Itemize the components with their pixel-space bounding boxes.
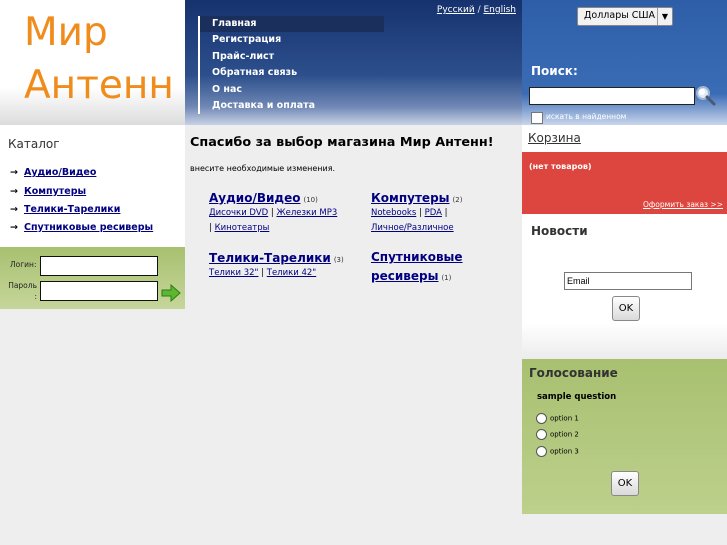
- arrow-right-icon: →: [10, 167, 18, 178]
- poll-question: sample question: [537, 392, 617, 402]
- subcategory-link[interactable]: Notebooks: [371, 208, 416, 218]
- subscribe-ok-button[interactable]: OK: [612, 296, 640, 321]
- search-in-found-label: искать в найденном: [546, 112, 627, 121]
- category-block: Телики-Тарелики (3) Телики 32" | Телики 4…: [209, 247, 359, 281]
- catalog-item: → Телики-Тарелики: [10, 204, 120, 215]
- login-panel: Логин: Пароль :: [0, 247, 185, 309]
- poll-option-label: option 1: [550, 414, 579, 423]
- catalog-link-audio-video[interactable]: Аудио/Видео: [24, 167, 96, 178]
- currency-select[interactable]: Доллары США ▼: [577, 7, 673, 26]
- search-title: Поиск:: [531, 64, 578, 78]
- catalog-link-computers[interactable]: Компутеры: [24, 186, 86, 197]
- cart-panel: (нет товаров) Оформить заказ >>: [522, 152, 727, 214]
- main-content: Спасибо за выбор магазина Мир Антенн! вн…: [185, 125, 522, 545]
- category-link[interactable]: Аудио/Видео: [209, 191, 300, 205]
- search-input[interactable]: [529, 87, 695, 105]
- language-switcher: Русский / English: [437, 5, 516, 15]
- arrow-right-icon: →: [10, 222, 18, 233]
- poll-option-label: option 2: [550, 430, 579, 439]
- login-input[interactable]: [40, 256, 158, 276]
- subcategory-list: Телики 32" | Телики 42": [209, 268, 317, 278]
- cart-empty-text: (нет товаров): [529, 162, 592, 171]
- catalog-item: → Аудио/Видео: [10, 167, 96, 178]
- login-label: Логин:: [10, 260, 37, 269]
- lang-separator: /: [477, 5, 481, 15]
- category-block: Аудио/Видео (10) Дисочки DVD | Железки MP…: [209, 187, 359, 236]
- category-link[interactable]: Компутеры: [371, 191, 450, 205]
- nav-item-home[interactable]: Главная: [200, 16, 384, 33]
- nav-item-delivery[interactable]: Доставка и оплата: [200, 98, 384, 114]
- catalog-link-receivers[interactable]: Спутниковые ресиверы: [24, 222, 153, 233]
- search-in-found-checkbox[interactable]: [531, 112, 543, 124]
- logo-line-2: Антенн: [24, 63, 174, 108]
- poll-option-label: option 3: [550, 447, 579, 456]
- nav-menu: Главная Регистрация Прайс-лист Обратная …: [198, 16, 384, 115]
- radio-icon[interactable]: [536, 429, 547, 440]
- arrow-right-icon: →: [10, 186, 18, 197]
- subcategory-link[interactable]: Личное/Различное: [371, 223, 454, 233]
- nav-item-registration[interactable]: Регистрация: [200, 32, 384, 48]
- checkout-link[interactable]: Оформить заказ >>: [643, 200, 723, 209]
- arrow-right-icon: →: [10, 204, 18, 215]
- category-link[interactable]: Телики-Тарелики: [209, 251, 331, 265]
- cart-link[interactable]: Корзина: [528, 131, 581, 145]
- chevron-down-icon: ▼: [657, 8, 672, 25]
- subcategory-list: Notebooks | PDA | Личное/Различное: [371, 208, 454, 233]
- arrow-right-icon[interactable]: [160, 282, 182, 304]
- radio-icon[interactable]: [536, 446, 547, 457]
- poll-option[interactable]: option 3: [536, 446, 579, 457]
- nav-item-about[interactable]: О нас: [200, 82, 384, 98]
- poll-title: Голосование: [529, 366, 618, 380]
- password-input[interactable]: [40, 281, 158, 301]
- catalog-title: Каталог: [8, 137, 60, 151]
- subcategory-link[interactable]: Телики 42": [267, 268, 316, 278]
- search-panel: Доллары США ▼ Поиск: искать в найденном: [522, 0, 727, 125]
- category-count: (2): [452, 196, 463, 204]
- category-count: (1): [441, 274, 452, 282]
- news-panel: Новости OK: [522, 214, 727, 359]
- vote-ok-button[interactable]: OK: [611, 471, 639, 496]
- catalog-item: → Компутеры: [10, 186, 86, 197]
- catalog-item: → Спутниковые ресиверы: [10, 222, 153, 233]
- subcategory-list: Дисочки DVD | Железки MP3 | Кинотеатры: [209, 208, 338, 233]
- main-nav: Русский / English Главная Регистрация Пр…: [185, 0, 522, 125]
- category-block: Спутниковые ресиверы (1): [371, 247, 471, 287]
- category-count: (10): [303, 196, 318, 204]
- radio-icon[interactable]: [536, 413, 547, 424]
- catalog-link-tv[interactable]: Телики-Тарелики: [24, 204, 120, 215]
- subcategory-link[interactable]: Дисочки DVD: [209, 208, 268, 218]
- subcategory-link[interactable]: PDA: [425, 208, 442, 218]
- subcategory-link[interactable]: Телики 32": [209, 268, 258, 278]
- password-label: Пароль :: [8, 281, 37, 301]
- poll-option[interactable]: option 2: [536, 429, 579, 440]
- site-logo[interactable]: Мир Антенн: [0, 0, 185, 125]
- email-field[interactable]: [564, 272, 692, 290]
- nav-item-price-list[interactable]: Прайс-лист: [200, 49, 384, 65]
- category-count: (3): [333, 256, 344, 264]
- poll-panel: Голосование sample question option 1 opt…: [522, 359, 727, 514]
- lang-ru-link[interactable]: Русский: [437, 5, 475, 15]
- nav-item-feedback[interactable]: Обратная связь: [200, 65, 384, 81]
- category-block: Компутеры (2) Notebooks | PDA | Личное/Ра…: [371, 187, 511, 236]
- cart-header: Корзина: [522, 125, 727, 152]
- logo-line-1: Мир: [24, 10, 108, 55]
- search-icon[interactable]: [694, 84, 716, 106]
- catalog-panel: Каталог → Аудио/Видео → Компутеры → Телики-…: [0, 125, 185, 247]
- currency-selected: Доллары США: [584, 10, 656, 21]
- page-title: Спасибо за выбор магазина Мир Антенн!: [190, 135, 494, 150]
- poll-option[interactable]: option 1: [536, 413, 579, 424]
- subcategory-link[interactable]: Кинотеатры: [215, 223, 270, 233]
- page-note: внесите необходимые изменения.: [190, 164, 336, 173]
- subcategory-link[interactable]: Железки MP3: [276, 208, 337, 218]
- news-title: Новости: [531, 224, 588, 238]
- lang-en-link[interactable]: English: [484, 5, 517, 15]
